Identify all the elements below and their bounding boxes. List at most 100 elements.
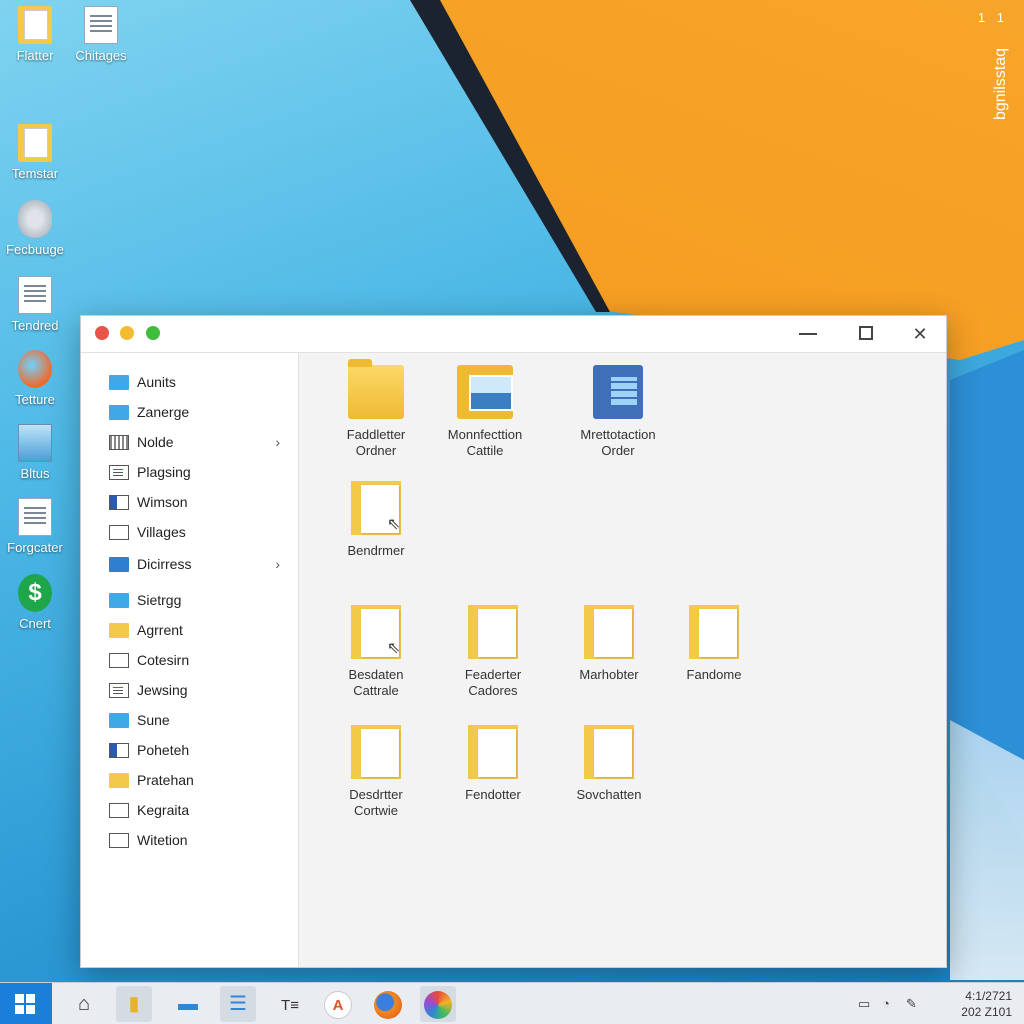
close-button[interactable]: ✕: [907, 322, 933, 346]
file-item[interactable]: Monnfecttion Cattile: [435, 365, 535, 459]
sidebar-item-plagsing[interactable]: Plagsing: [81, 457, 298, 487]
sidebar-item-sune[interactable]: Sune: [81, 705, 298, 735]
system-clock[interactable]: 4:1/2721 202 Z101: [961, 988, 1012, 1020]
document-folder-icon: [689, 605, 739, 659]
text-tool-icon: T≡: [281, 997, 299, 1014]
sidebar-item-villages[interactable]: Villages: [81, 517, 298, 547]
file-item[interactable]: Desdrtter Cortwie: [326, 725, 426, 819]
taskbar: ⌂ ▮ ▬ ☰ T≡ A ▭ ◔ ✎ 4:1/2721 202 Z101: [0, 982, 1024, 1024]
desktop-icon[interactable]: Chitages: [66, 6, 136, 63]
desktop-icon[interactable]: Tendred: [0, 276, 70, 333]
file-name-line1: Mrettotaction: [580, 427, 656, 442]
minimize-dot-button[interactable]: [120, 326, 134, 340]
sidebar-item-agrrent[interactable]: Agrrent: [81, 615, 298, 645]
mouse-cursor-icon: ⇖: [387, 516, 401, 533]
sidebar-item-zanerge[interactable]: Zanerge: [81, 397, 298, 427]
home-button[interactable]: ⌂: [66, 986, 102, 1022]
chevron-right-icon[interactable]: ›: [275, 434, 280, 450]
title-bar[interactable]: ✕: [81, 316, 946, 353]
desktop-icon-label: Bltus: [20, 466, 50, 481]
folder-icon: [18, 124, 52, 162]
document-folder-icon: ⇖: [351, 605, 401, 659]
file-item[interactable]: Fandome: [664, 605, 764, 683]
desktop-icon-label: Tetture: [15, 392, 55, 407]
folder-icon: [348, 359, 404, 419]
cloud-folder-button[interactable]: ▬: [170, 986, 206, 1022]
file-explorer-window: ✕ Aunits Zanerge Nolde › Plagsing Wimson …: [80, 315, 947, 968]
sidebar-item-label: Villages: [137, 524, 186, 540]
desktop-icon[interactable]: Bltus: [0, 424, 70, 481]
mouse-cursor-icon: ⇖: [387, 640, 401, 657]
file-item[interactable]: Faddletter Ordner: [326, 359, 426, 459]
sidebar-item-poheteh[interactable]: Poheteh: [81, 735, 298, 765]
grid-icon: [109, 434, 129, 450]
file-item[interactable]: Marhobter: [559, 605, 659, 683]
browser-a-icon: A: [324, 991, 352, 1019]
sidebar-item-aunits[interactable]: Aunits: [81, 367, 298, 397]
sidebar-item-pratehan[interactable]: Pratehan: [81, 765, 298, 795]
outline-folder-icon: [109, 832, 129, 848]
home-icon: ⌂: [77, 993, 91, 1015]
desktop-icon[interactable]: Flatter: [0, 6, 70, 63]
maximize-button[interactable]: [853, 322, 879, 346]
document-icon: [18, 498, 52, 536]
money-icon: $: [18, 574, 52, 612]
sidebar-item-cotesirn[interactable]: Cotesirn: [81, 645, 298, 675]
dark-blue-folder-icon: [109, 556, 129, 572]
photos-button[interactable]: [420, 986, 456, 1022]
sidebar-item-label: Sune: [137, 712, 170, 728]
sidebar-item-wimson[interactable]: Wimson: [81, 487, 298, 517]
desktop-icon[interactable]: Forgcater: [0, 498, 70, 555]
sidebar-item-sietrgg[interactable]: Sietrgg: [81, 585, 298, 615]
desktop-icon-label: Cnert: [19, 616, 51, 631]
text-tool-button[interactable]: T≡: [272, 986, 308, 1022]
file-item[interactable]: ⇖ Besdaten Cattrale: [326, 605, 426, 699]
file-item[interactable]: Feaderter Cadores: [443, 605, 543, 699]
desktop-icon-label: Chitages: [75, 48, 127, 63]
pen-icon[interactable]: ✎: [906, 996, 917, 1012]
sidebar-item-dicirress[interactable]: Dicirress ›: [81, 549, 298, 579]
file-explorer-taskbar-button[interactable]: ▮: [116, 986, 152, 1022]
minimize-button[interactable]: [795, 322, 821, 346]
desktop-icon[interactable]: Temstar: [0, 124, 70, 181]
desktop-icon[interactable]: Fecbuuge: [0, 200, 70, 257]
clock-alert-icon[interactable]: ◔: [882, 996, 890, 1011]
start-button[interactable]: [0, 983, 52, 1024]
sidebar-item-kegraita[interactable]: Kegraita: [81, 795, 298, 825]
file-item[interactable]: Fendotter: [443, 725, 543, 803]
file-name-line1: Besdaten: [348, 667, 404, 682]
list-view-button[interactable]: ☰: [220, 986, 256, 1022]
sidebar-item-jewsing[interactable]: Jewsing: [81, 675, 298, 705]
window-icon: [109, 494, 129, 510]
firefox-icon: [374, 990, 402, 1019]
desktop-icon[interactable]: $ Cnert: [0, 574, 70, 631]
file-name-line2: Cortwie: [353, 803, 399, 818]
file-item[interactable]: Sovchatten: [559, 725, 659, 803]
file-name-line1: Faddletter: [346, 427, 406, 442]
firefox-button[interactable]: [370, 986, 406, 1022]
document-icon: [109, 742, 129, 758]
network-icon[interactable]: ▭: [858, 996, 870, 1012]
sidebar-item-witetion[interactable]: Witetion: [81, 825, 298, 855]
sidebar-item-label: Witetion: [137, 832, 188, 848]
clock-date: 202 Z101: [961, 1005, 1012, 1019]
chevron-right-icon[interactable]: ›: [275, 556, 280, 572]
document-folder-icon: [468, 725, 518, 779]
sidebar-item-label: Plagsing: [137, 464, 191, 480]
blue-folder-icon: [109, 404, 129, 420]
file-name-line1: Fandome: [686, 667, 742, 682]
file-item[interactable]: Mrettotaction Order: [568, 365, 668, 459]
maximize-icon: [859, 326, 873, 340]
desktop-icon-label: Tendred: [11, 318, 59, 333]
file-item[interactable]: ⇖ Bendrmer: [326, 481, 426, 559]
desktop-icon[interactable]: Tetture: [0, 350, 70, 407]
file-name-line1: Bendrmer: [347, 543, 405, 558]
zoom-dot-button[interactable]: [146, 326, 160, 340]
sidebar-item-nolde[interactable]: Nolde ›: [81, 427, 298, 457]
vertical-text: bgnilsstaq: [992, 48, 1009, 121]
panel-icon: [593, 365, 643, 419]
browser-a-button[interactable]: A: [320, 986, 356, 1022]
close-dot-button[interactable]: [95, 326, 109, 340]
document-icon: [18, 276, 52, 314]
folder-icon: [18, 6, 52, 44]
